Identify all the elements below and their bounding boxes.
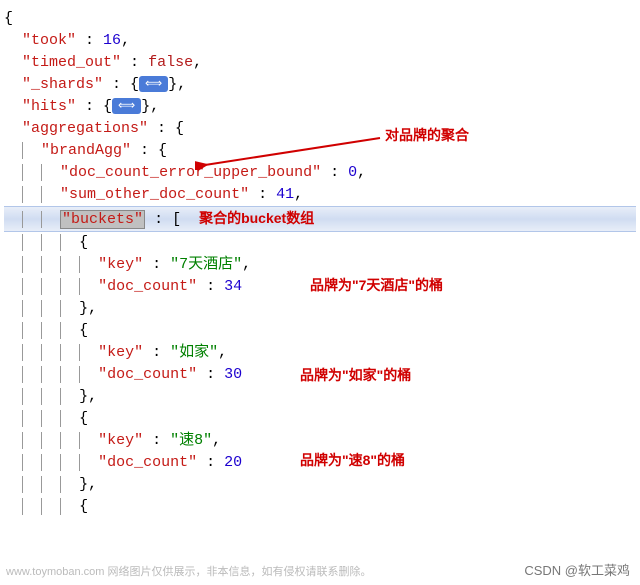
- highlighted-line: "buckets" : [ 聚合的bucket数组: [4, 206, 636, 232]
- fold-badge-icon[interactable]: ⟺: [139, 76, 168, 92]
- code-line: "hits" : {⟺},: [4, 96, 636, 118]
- json-key: "doc_count": [98, 366, 197, 383]
- annotation-brand-agg: 对品牌的聚合: [385, 125, 469, 145]
- json-string: "7天酒店": [170, 256, 242, 273]
- annotation-bucket2: 品牌为"如家"的桶: [300, 365, 411, 385]
- code-line: {: [4, 8, 636, 30]
- watermark-site: www.toymoban.com 网络图片仅供展示，非本信息，如有侵权请联系删除…: [6, 563, 371, 579]
- code-line: "key" : "7天酒店",: [4, 254, 636, 276]
- fold-badge-icon[interactable]: ⟺: [112, 98, 141, 114]
- json-key: "sum_other_doc_count": [60, 186, 249, 203]
- json-key-selected: "buckets": [60, 210, 145, 229]
- code-line: },: [4, 474, 636, 496]
- annotation-bucket-array: 聚合的bucket数组: [199, 210, 314, 226]
- code-line: },: [4, 298, 636, 320]
- json-key: "doc_count": [98, 278, 197, 295]
- annotation-bucket1: 品牌为"7天酒店"的桶: [310, 275, 443, 295]
- json-key: "key": [98, 344, 143, 361]
- code-line: {: [4, 320, 636, 342]
- json-key: "key": [98, 432, 143, 449]
- json-bool: false: [148, 54, 193, 71]
- code-line: {: [4, 496, 636, 518]
- json-code-block: { "took" : 16, "timed_out" : false, "_sh…: [0, 0, 640, 526]
- json-key: "took": [22, 32, 76, 49]
- json-key: "hits": [22, 98, 76, 115]
- annotation-bucket3: 品牌为"速8"的桶: [300, 450, 405, 470]
- code-line: {: [4, 232, 636, 254]
- code-line: },: [4, 386, 636, 408]
- json-number: 34: [224, 278, 242, 295]
- code-line: "key" : "速8",: [4, 430, 636, 452]
- json-key: "doc_count": [98, 454, 197, 471]
- json-string: "如家": [170, 344, 218, 361]
- json-key: "timed_out": [22, 54, 121, 71]
- json-key: "brandAgg": [41, 142, 131, 159]
- watermark-author: CSDN @软工菜鸡: [524, 560, 630, 579]
- code-line: "sum_other_doc_count" : 41,: [4, 184, 636, 206]
- json-key: "_shards": [22, 76, 103, 93]
- json-key: "key": [98, 256, 143, 273]
- json-key: "aggregations": [22, 120, 148, 137]
- json-number: 30: [224, 366, 242, 383]
- json-string: "速8": [170, 432, 212, 449]
- code-line: "timed_out" : false,: [4, 52, 636, 74]
- code-line: {: [4, 408, 636, 430]
- json-number: 20: [224, 454, 242, 471]
- arrow-icon: [195, 130, 385, 170]
- code-line: "key" : "如家",: [4, 342, 636, 364]
- code-line: "took" : 16,: [4, 30, 636, 52]
- code-line: "_shards" : {⟺},: [4, 74, 636, 96]
- json-number: 16: [103, 32, 121, 49]
- json-number: 41: [276, 186, 294, 203]
